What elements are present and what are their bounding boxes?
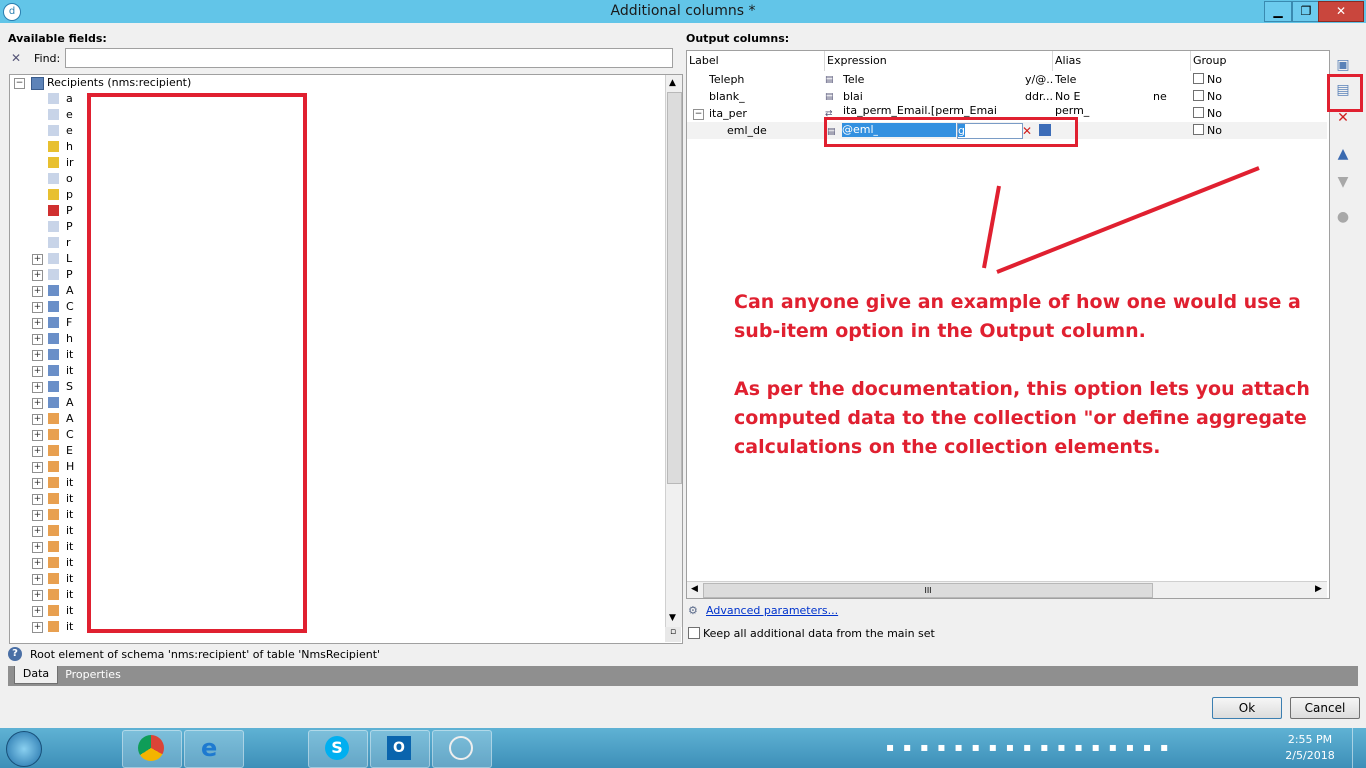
annotation-line4: computed data to the collection "or defi… [734,407,1307,429]
start-button[interactable] [6,731,42,767]
annotation-line1: Can anyone give an example of how one wo… [734,291,1301,313]
ie-logo: e [201,734,218,762]
chrome-logo [138,735,164,761]
show-desktop-button[interactable] [1352,728,1366,768]
clock-time[interactable]: 2:55 PM [1280,733,1340,746]
advanced-parameters-link[interactable]: Advanced parameters... [706,604,838,617]
keep-data-checkbox[interactable] [688,627,700,639]
outlook-icon[interactable]: O [370,730,430,768]
outlook-logo: O [387,736,411,760]
annotation-line5: calculations on the collection elements. [734,436,1161,458]
paint-icon[interactable] [62,730,120,766]
annotation-line3: As per the documentation, this option le… [734,378,1310,400]
campaign-logo [449,736,473,760]
ok-button[interactable]: Ok [1212,697,1282,719]
keep-data-label: Keep all additional data from the main s… [703,627,935,640]
skype-icon[interactable]: S [308,730,368,768]
campaign-client-icon[interactable] [432,730,492,768]
skype-logo: S [325,736,349,760]
annotation-line-1 [982,185,1001,269]
annotation-line-2 [996,166,1260,274]
taskbar: e S O ▪▪▪▪▪▪▪▪▪▪▪▪▪▪▪▪▪ 2:55 PM 2/5/2018 [0,728,1366,768]
system-tray-icons[interactable]: ▪▪▪▪▪▪▪▪▪▪▪▪▪▪▪▪▪ [886,740,1266,756]
chrome-icon[interactable] [122,730,182,768]
annotation-line2: sub-item option in the Output column. [734,320,1146,342]
cancel-button[interactable]: Cancel [1290,697,1360,719]
advanced-parameters-icon: ⚙ [688,604,698,617]
file-explorer-icon[interactable] [246,730,304,766]
internet-explorer-icon[interactable]: e [184,730,244,768]
clock-date[interactable]: 2/5/2018 [1280,749,1340,762]
